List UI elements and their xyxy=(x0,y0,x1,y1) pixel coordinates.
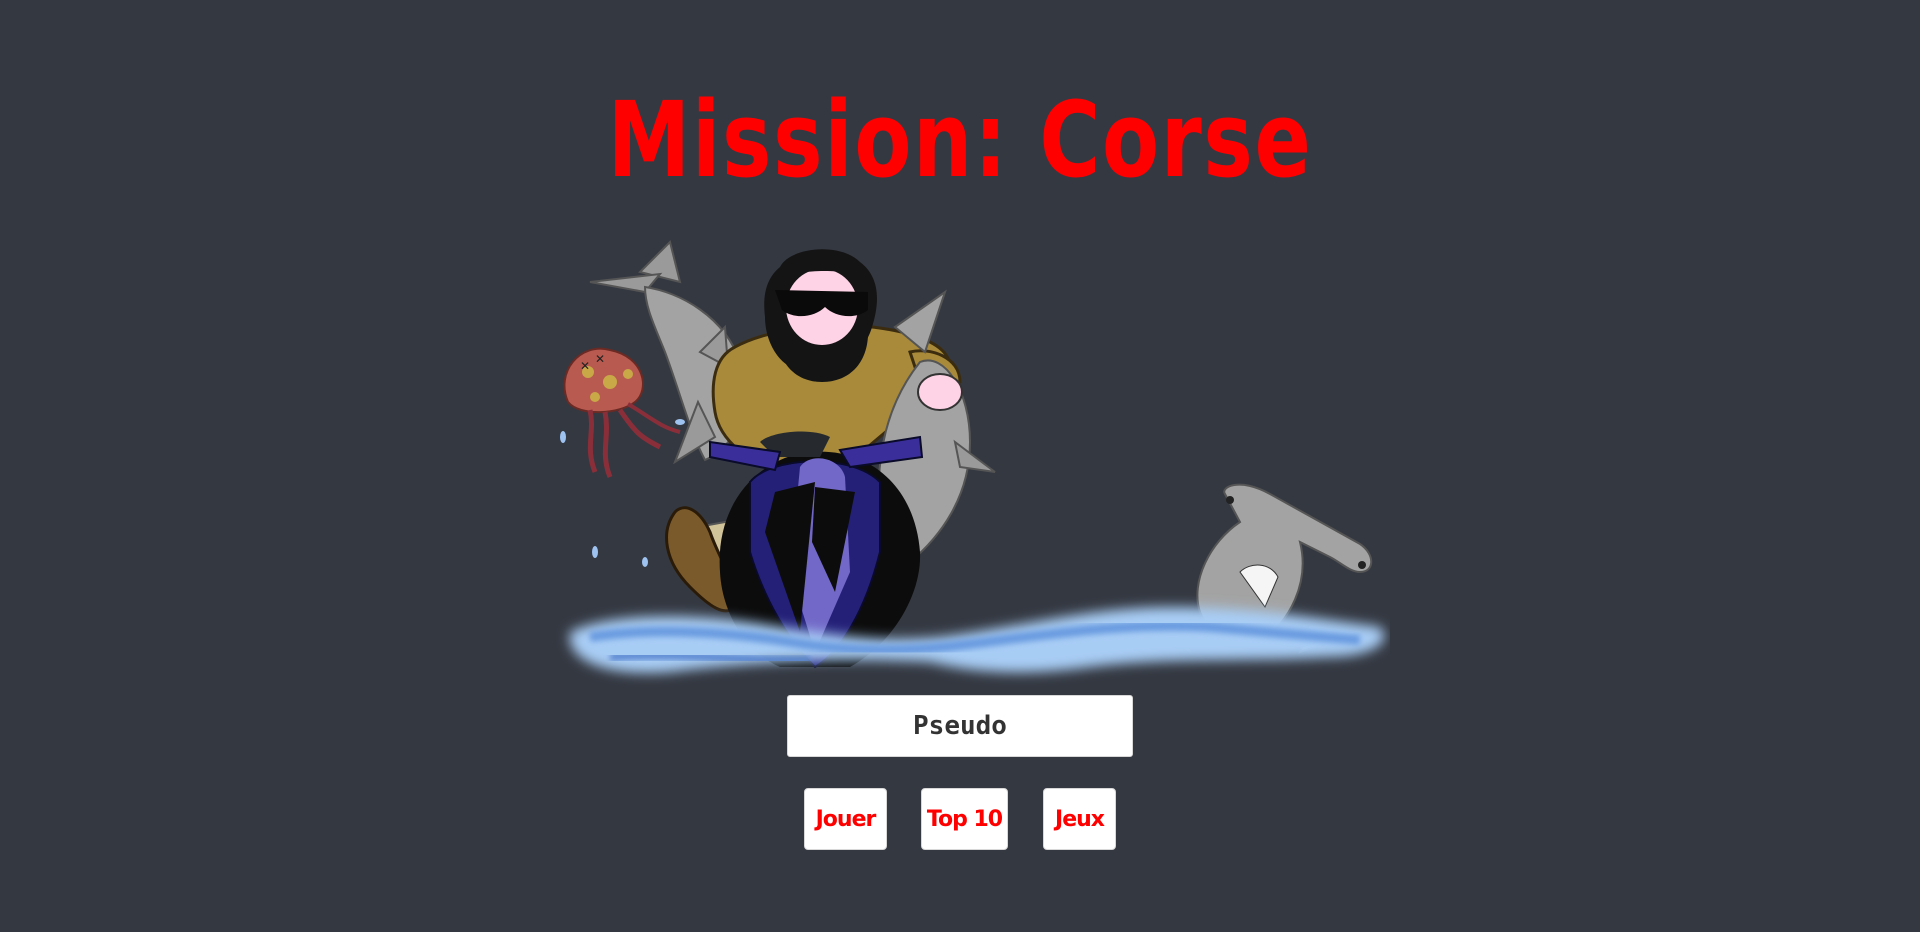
games-button[interactable]: Jeux xyxy=(1043,788,1116,850)
hero-illustration: ✕ ✕ xyxy=(560,240,1385,673)
svg-text:✕: ✕ xyxy=(595,352,605,366)
top10-button[interactable]: Top 10 xyxy=(921,788,1008,850)
game-title: Mission: Corse xyxy=(607,79,1313,201)
water-splash xyxy=(569,607,1385,673)
play-button[interactable]: Jouer xyxy=(804,788,887,850)
pseudo-input[interactable] xyxy=(787,695,1133,757)
main-menu-screen: Mission: Corse ✕ ✕ Pseudo Jouer Top 10 J… xyxy=(0,0,1920,932)
rider-hand xyxy=(917,373,963,411)
svg-text:✕: ✕ xyxy=(580,359,590,373)
